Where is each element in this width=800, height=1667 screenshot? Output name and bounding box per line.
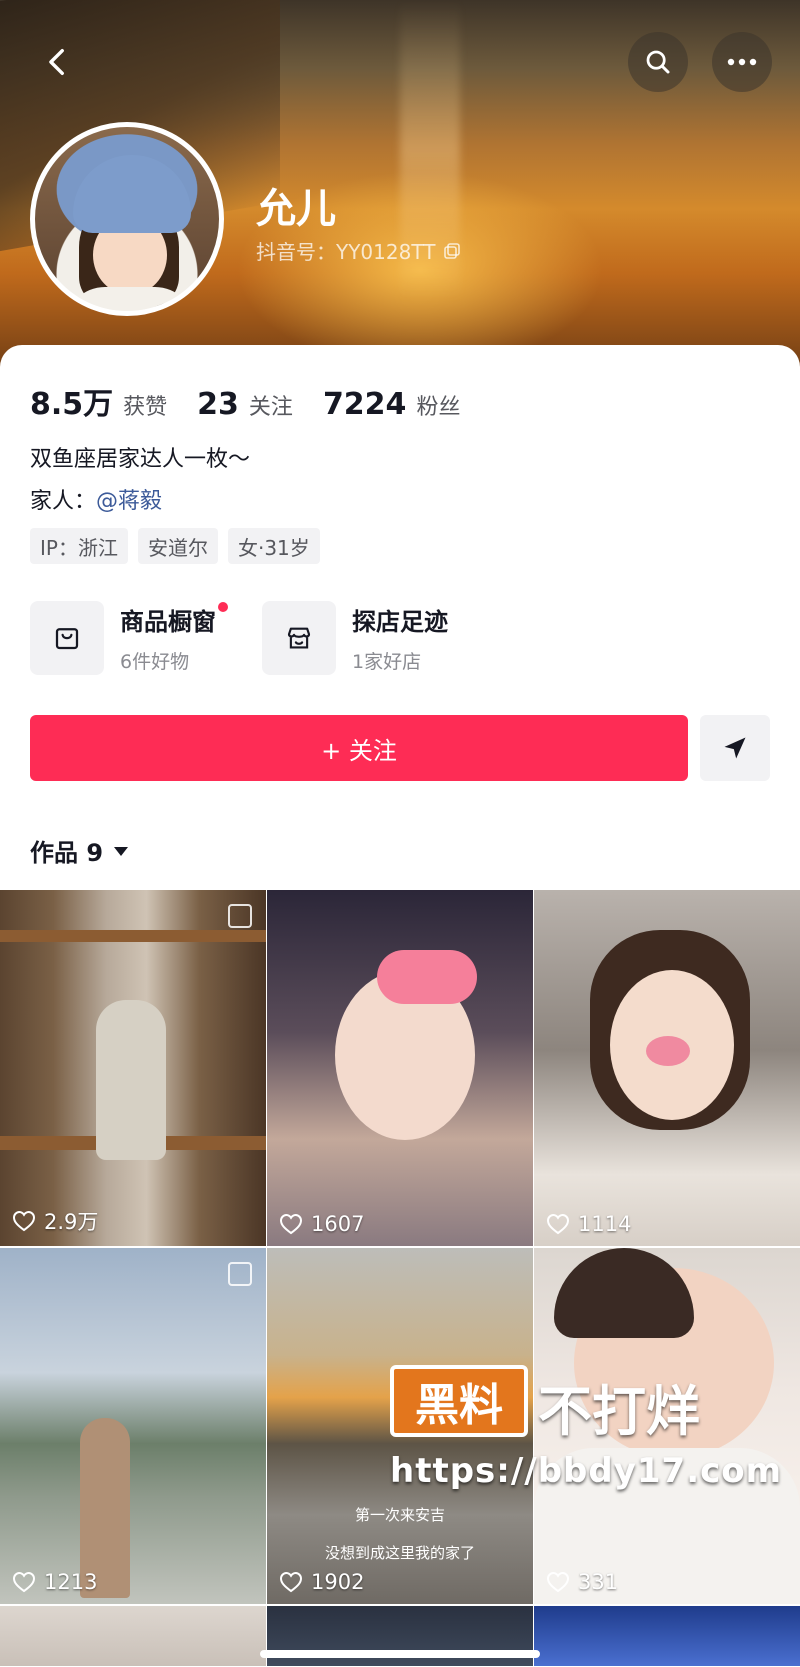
profile-banner: 允儿 抖音号：YY0128TT (0, 0, 800, 380)
copy-icon[interactable] (443, 242, 461, 260)
family-mention-link[interactable]: @蒋毅 (96, 489, 162, 514)
family-line: 家人：@蒋毅 (30, 483, 162, 515)
tile-likes-count: 1213 (44, 1570, 98, 1594)
video-tile[interactable]: 1213 (0, 1248, 266, 1604)
profile-tags: IP：浙江 安道尔 女·31岁 (30, 528, 320, 564)
heart-icon (12, 1571, 36, 1593)
tag-location: 安道尔 (137, 528, 218, 564)
douyin-id[interactable]: 抖音号：YY0128TT (256, 236, 461, 265)
follow-button-label: + 关注 (321, 736, 397, 765)
bio-text: 双鱼座居家达人一枚～ (30, 447, 251, 472)
tile-likes-count: 2.9万 (44, 1210, 99, 1234)
store-icon (262, 601, 336, 675)
tile-image-detail (96, 1000, 166, 1160)
heart-icon (279, 1571, 303, 1593)
video-tile[interactable] (0, 1606, 266, 1666)
tile-image-detail (554, 1248, 694, 1338)
shop-window-text: 商品橱窗 6件好物 (120, 602, 228, 674)
shopping-bag-icon (30, 601, 104, 675)
store-visit-subtitle: 1家好店 (352, 651, 422, 673)
avatar-hat (73, 155, 191, 233)
heart-icon (546, 1571, 570, 1593)
shop-window-title: 商品橱窗 (120, 602, 228, 637)
store-visit-title: 探店足迹 (352, 608, 448, 636)
multi-image-icon (228, 1262, 252, 1286)
tag-ip: IP：浙江 (30, 528, 128, 564)
profile-page: 允儿 抖音号：YY0128TT 8.5万 获赞 23 关注 7224 粉丝 双鱼… (0, 0, 800, 1667)
tile-likes-count: 331 (578, 1570, 619, 1594)
profile-name: 允儿 (256, 186, 336, 232)
tile-likes: 1213 (12, 1570, 97, 1594)
tile-likes-count: 1902 (311, 1570, 365, 1594)
store-visit-text: 探店足迹 1家好店 (352, 602, 448, 674)
video-tile[interactable]: 2.9万 (0, 890, 266, 1246)
tile-image-detail (646, 1036, 690, 1066)
more-button[interactable] (712, 32, 772, 92)
stats-row: 8.5万 获赞 23 关注 7224 粉丝 (30, 379, 460, 423)
tile-likes: 1114 (546, 1212, 631, 1236)
watermark-url: https://bbdy17.com (390, 1451, 783, 1491)
heart-icon (12, 1210, 36, 1232)
watermark-text: 不打烊 (538, 1380, 700, 1443)
watermark-logo-box: 黑料 (390, 1365, 528, 1437)
caret-down-icon (114, 846, 129, 856)
shop-window-subtitle: 6件好物 (120, 651, 190, 673)
avatar-shirt (65, 287, 195, 311)
stat-value: 23 (197, 387, 239, 422)
tile-likes-count: 1607 (311, 1212, 365, 1236)
heart-icon (279, 1213, 303, 1235)
notification-dot (218, 602, 228, 612)
tag-gender-age: 女·31岁 (227, 528, 320, 564)
shop-entries: 商品橱窗 6件好物 探店足迹 1家好店 (30, 601, 448, 675)
chevron-left-icon (49, 48, 64, 76)
tile-caption: 没想到成这里我的家了 (324, 1544, 475, 1562)
works-tab-label: 作品 9 (30, 839, 104, 867)
video-tile[interactable]: 1607 (267, 890, 533, 1246)
heart-icon (546, 1213, 570, 1235)
shop-window-title-text: 商品橱窗 (120, 608, 216, 636)
tile-likes-count: 1114 (578, 1212, 632, 1236)
stat-following[interactable]: 23 关注 (197, 387, 293, 422)
stat-label: 获赞 (123, 395, 168, 420)
tile-likes: 1607 (279, 1212, 364, 1236)
avatar[interactable] (30, 122, 224, 316)
message-button[interactable] (700, 715, 770, 781)
family-prefix: 家人： (30, 489, 97, 514)
tile-image-detail (0, 930, 266, 942)
tile-likes: 1902 (279, 1570, 364, 1594)
stat-followers[interactable]: 7224 粉丝 (323, 387, 461, 422)
video-tile[interactable]: 1114 (534, 890, 800, 1246)
stat-label: 关注 (248, 395, 293, 420)
more-dots-icon (727, 58, 757, 66)
stat-label: 粉丝 (416, 395, 461, 420)
multi-image-icon (228, 904, 252, 928)
stat-value: 8.5万 (30, 387, 114, 422)
tile-caption: 第一次来安吉 (354, 1506, 445, 1524)
watermark: 黑料 不打烊 https://bbdy17.com (390, 1365, 781, 1505)
tile-likes: 2.9万 (12, 1206, 98, 1236)
stat-value: 7224 (322, 387, 407, 422)
tile-likes: 331 (546, 1570, 618, 1594)
tile-image-detail (377, 950, 477, 1004)
stat-likes[interactable]: 8.5万 获赞 (30, 379, 167, 423)
video-tile[interactable] (534, 1606, 800, 1666)
douyin-id-text: 抖音号：YY0128TT (256, 240, 436, 264)
works-tab[interactable]: 作品 9 (30, 833, 129, 868)
shop-window-entry[interactable]: 商品橱窗 6件好物 (30, 601, 228, 675)
store-visit-entry[interactable]: 探店足迹 1家好店 (262, 601, 448, 675)
works-grid: 2.9万 1607 1114 1213 第一次来安吉 没想到成这里我的家了 19… (0, 890, 800, 1666)
search-button[interactable] (628, 32, 688, 92)
follow-button[interactable]: + 关注 (30, 715, 688, 781)
back-button[interactable] (28, 32, 88, 92)
search-icon (646, 50, 670, 74)
home-indicator (260, 1650, 540, 1658)
send-icon (724, 737, 746, 759)
